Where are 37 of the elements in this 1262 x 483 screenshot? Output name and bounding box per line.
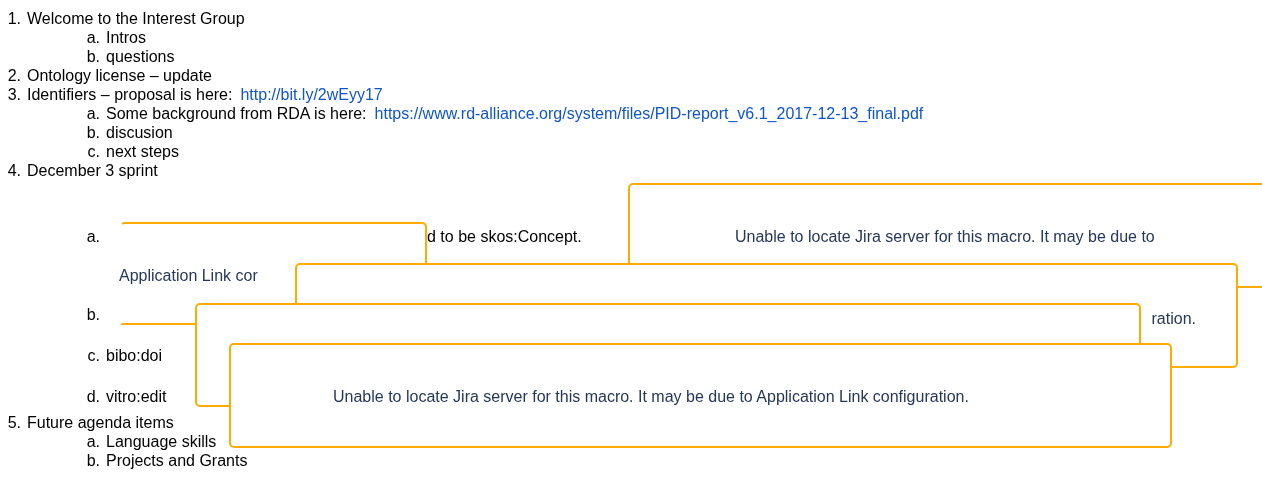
error-message: Unable to locate Jira server for this macro. It may be due to Application Link configuration. [333,387,969,406]
list-marker: b. [85,305,101,325]
error-message: Application Link cor [119,266,258,285]
list-marker: 1. [6,9,22,28]
list-item-text: discusion [106,123,173,142]
list-item-text: questions [106,47,175,66]
list-marker: 5. [6,413,22,432]
error-message: ration. [1151,309,1196,328]
list-marker: 3. [6,85,22,104]
list-item-text: Some background from RDA is here: [106,104,367,123]
list-marker: b. [85,451,101,470]
list-item-text: vitro:edit [106,387,167,407]
list-item-text: d to be skos:Concept. [427,227,582,247]
list-item-text: Welcome to the Interest Group [27,9,245,28]
list-marker: c. [86,346,101,366]
list-item-text: Future agenda items [27,413,174,432]
list-item-text: Identifiers – proposal is here: [27,85,233,104]
list-marker: b. [85,47,101,66]
list-marker: a. [85,28,101,47]
list-item-text: December 3 sprint [27,161,158,180]
list-item-text: Intros [106,28,146,47]
list-item-text: Language skills [106,432,217,451]
list-marker: b. [85,123,101,142]
list-marker: 2. [6,66,22,85]
list-marker: a. [85,104,101,123]
list-item-text: bibo:doi [106,346,163,366]
list-marker: d. [85,387,101,407]
list-item-text: next steps [106,142,179,161]
list-item-text: Ontology license – update [27,66,212,85]
link[interactable]: http://bit.ly/2wEyy17 [240,85,383,104]
list-marker: c. [86,142,101,161]
list-marker: a. [85,227,101,247]
list-marker: 4. [6,161,22,180]
error-message: Unable to locate Jira server for this macro. It may be due to [735,227,1155,246]
link[interactable]: https://www.rd-alliance.org/system/files/PID-report_v6.1_2017-12-13_final.pdf [374,104,924,123]
list-item-text: Projects and Grants [106,451,248,470]
list-marker: a. [85,432,101,451]
